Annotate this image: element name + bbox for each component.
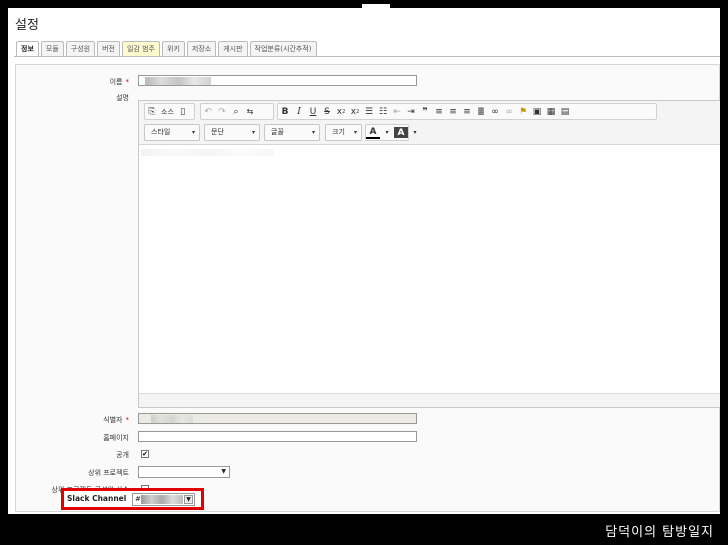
chevron-down-icon[interactable]: ▾ <box>408 125 422 140</box>
paragraph-combo[interactable]: 문단 ▾ <box>204 124 260 141</box>
tab-divider <box>14 56 720 57</box>
underline-icon[interactable]: U <box>306 104 320 119</box>
editor-content-area[interactable] <box>139 146 720 394</box>
paste-icon[interactable]: ▯ <box>176 104 190 119</box>
tab-info[interactable]: 정보 <box>16 41 39 57</box>
numbered-list-icon[interactable]: ☰ <box>362 104 376 119</box>
slack-channel-select[interactable]: # ▼ <box>132 493 195 506</box>
slack-channel-highlight: Slack Channel # ▼ <box>61 488 204 510</box>
public-checkbox[interactable]: ✔ <box>141 450 149 458</box>
chevron-down-icon: ▾ <box>251 129 255 136</box>
identifier-label: 식별자 * <box>103 416 129 424</box>
watermark: 담덕이의 탐방일지 <box>605 525 714 540</box>
redo-icon[interactable]: ↷ <box>215 104 229 119</box>
align-left-icon[interactable]: ≡ <box>432 104 446 119</box>
anchor-icon[interactable]: ⚑ <box>516 104 530 119</box>
tab-forums[interactable]: 게시판 <box>218 41 248 56</box>
slack-channel-label: Slack Channel <box>67 494 127 503</box>
source-group: ⎘ 소스 ▯ <box>144 103 195 120</box>
size-combo[interactable]: 크기 ▾ <box>325 124 362 141</box>
chevron-down-icon: ▾ <box>191 129 195 136</box>
size-combo-label: 크기 <box>332 128 345 136</box>
slack-channel-prefix: # <box>135 495 141 503</box>
chevron-down-icon: ▾ <box>353 129 357 136</box>
settings-window: 설정 정보 모듈 구성원 버전 일감 범주 위키 저장소 게시판 작업분류(시간… <box>8 8 720 514</box>
italic-icon[interactable]: I <box>292 104 306 119</box>
text-color-icon[interactable]: A <box>366 127 380 139</box>
editor-statusbar <box>139 393 720 407</box>
public-label: 공개 <box>116 451 129 459</box>
table-icon[interactable]: ▦ <box>544 104 558 119</box>
identifier-redacted <box>151 415 193 423</box>
chevron-down-icon: ▾ <box>311 129 315 136</box>
tab-wiki[interactable]: 위키 <box>162 41 185 56</box>
strike-icon[interactable]: S <box>320 104 334 119</box>
replace-icon[interactable]: ⇆ <box>243 104 257 119</box>
outdent-icon[interactable]: ⇤ <box>390 104 404 119</box>
name-input[interactable] <box>138 75 417 86</box>
color-group: A ▾ A ▾ <box>365 124 417 141</box>
tab-members[interactable]: 구성원 <box>65 41 96 56</box>
identifier-input[interactable] <box>138 413 417 424</box>
name-redacted <box>145 77 211 85</box>
chevron-down-icon[interactable]: ▾ <box>380 125 394 140</box>
indent-icon[interactable]: ⇥ <box>404 104 418 119</box>
editor-toolbar: ⎘ 소스 ▯ ↶ ↷ ⌕ ⇆ B I U S x2 x2 ☰ ☷ ⇤ ⇥ ❞ ≡… <box>139 101 720 145</box>
blockquote-icon[interactable]: ❞ <box>418 104 432 119</box>
align-right-icon[interactable]: ≡ <box>460 104 474 119</box>
bg-color-icon[interactable]: A <box>394 127 408 138</box>
chevron-down-icon: ▼ <box>221 468 226 475</box>
description-editor: ⎘ 소스 ▯ ↶ ↷ ⌕ ⇆ B I U S x2 x2 ☰ ☷ ⇤ ⇥ ❞ ≡… <box>138 100 720 408</box>
tab-activities[interactable]: 작업분류(시간추적) <box>249 41 317 56</box>
content-redacted <box>141 149 274 156</box>
source-icon[interactable]: ⎘ <box>145 104 159 119</box>
tab-versions[interactable]: 버전 <box>97 41 120 56</box>
image-icon[interactable]: ▣ <box>530 104 544 119</box>
homepage-label: 홈페이지 <box>103 434 129 442</box>
align-center-icon[interactable]: ≡ <box>446 104 460 119</box>
settings-form: 이름 * 설명 ⎘ 소스 ▯ ↶ ↷ ⌕ ⇆ B I U S x 2 x 2 ☰… <box>15 64 720 512</box>
unlink-icon[interactable]: ∞ <box>502 104 516 119</box>
tab-bar: 정보 모듈 구성원 버전 일감 범주 위키 저장소 게시판 작업분류(시간추적) <box>16 41 317 57</box>
slack-channel-redacted <box>141 495 183 504</box>
subscript-icon[interactable]: x2 <box>334 104 348 119</box>
bullet-list-icon[interactable]: ☷ <box>376 104 390 119</box>
horizontal-rule-icon[interactable]: ▤ <box>558 104 572 119</box>
format-group: B I U S x2 x2 ☰ ☷ ⇤ ⇥ ❞ ≡ ≡ ≡ ≣ ∞ ∞ ⚑ ▣ … <box>277 103 657 120</box>
font-combo[interactable]: 글꼴 ▾ <box>264 124 320 141</box>
chevron-down-icon: ▼ <box>184 495 193 504</box>
tab-modules[interactable]: 모듈 <box>40 41 64 56</box>
tab-issue-categories[interactable]: 일감 범주 <box>122 41 160 56</box>
name-label: 이름 * <box>109 78 129 86</box>
history-group: ↶ ↷ ⌕ ⇆ <box>200 103 274 120</box>
page-title: 설정 <box>15 18 39 33</box>
style-combo[interactable]: 스타일 ▾ <box>144 124 200 141</box>
paragraph-combo-label: 문단 <box>211 128 224 136</box>
superscript-icon[interactable]: x2 <box>348 104 362 119</box>
source-button-label[interactable]: 소스 <box>159 104 176 119</box>
description-label: 설명 <box>116 94 129 102</box>
justify-icon[interactable]: ≣ <box>474 104 488 119</box>
parent-select[interactable]: ▼ <box>138 466 230 478</box>
homepage-input[interactable] <box>138 431 417 442</box>
tab-repository[interactable]: 저장소 <box>186 41 217 56</box>
find-icon[interactable]: ⌕ <box>229 104 243 119</box>
link-icon[interactable]: ∞ <box>488 104 502 119</box>
undo-icon[interactable]: ↶ <box>201 104 215 119</box>
style-combo-label: 스타일 <box>151 128 171 136</box>
font-combo-label: 글꼴 <box>271 128 284 136</box>
bold-icon[interactable]: B <box>278 104 292 119</box>
parent-label: 상위 프로젝트 <box>88 469 129 477</box>
